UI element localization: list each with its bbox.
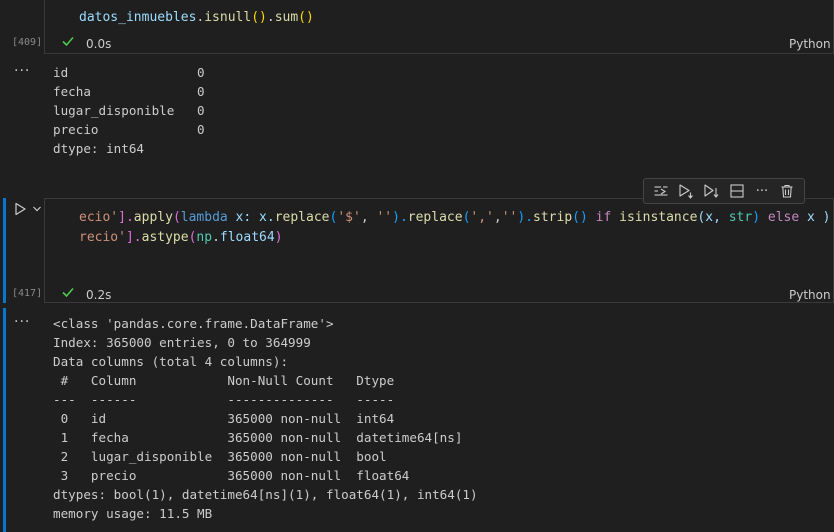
code-token: replace	[274, 210, 330, 225]
code-token: ()	[251, 10, 267, 25]
code-token: ,	[360, 210, 377, 225]
code-token: np	[196, 230, 213, 245]
code-token: x )	[799, 210, 831, 225]
execution-time: 0.0s	[86, 37, 112, 51]
code-token: )	[752, 210, 768, 225]
execute-above-icon[interactable]	[651, 181, 671, 201]
code-token: x: x.	[227, 210, 275, 225]
code-token: astype	[141, 230, 189, 245]
code-token: '$'	[337, 210, 361, 225]
cell-selection-indicator	[3, 198, 6, 303]
code-token: sum	[274, 10, 299, 25]
output-more-icon[interactable]: ···	[14, 63, 30, 79]
code-token: ','	[470, 210, 494, 225]
execution-count: [417]	[12, 288, 43, 299]
code-token: ()	[572, 210, 596, 225]
code-token: ecio'	[79, 210, 119, 225]
code-token: recio'	[79, 230, 126, 245]
code-token: else	[767, 210, 800, 225]
delete-cell-icon[interactable]	[777, 181, 797, 201]
code-token: )	[274, 230, 283, 245]
output-selection-indicator	[3, 308, 6, 532]
cell-toolbar: ···	[643, 178, 805, 204]
code-token: .	[212, 230, 220, 245]
code-token: ].	[125, 230, 142, 245]
code-token: ).	[392, 210, 408, 225]
code-token: float64	[219, 230, 275, 245]
success-check-icon	[61, 34, 75, 52]
execute-cell-and-below-icon[interactable]	[676, 181, 696, 201]
execution-time: 0.2s	[86, 288, 112, 302]
code-cell-1-editor[interactable]	[44, 0, 834, 54]
code-token: if	[595, 210, 612, 225]
code-token: lambda	[180, 210, 228, 225]
cell-2-output: <class 'pandas.core.frame.DataFrame'> In…	[53, 316, 478, 521]
code-token: (x,	[697, 210, 729, 225]
output-more-icon[interactable]: ···	[14, 314, 30, 330]
split-cell-icon[interactable]	[727, 181, 747, 201]
code-token: str	[728, 210, 753, 225]
code-token: replace	[407, 210, 463, 225]
code-cell-1-source[interactable]: datos_inmuebles.isnull().sum()	[79, 10, 314, 25]
cell-language-label[interactable]: Python	[789, 288, 831, 302]
code-token: ,	[493, 210, 502, 225]
code-token: ].	[118, 210, 134, 225]
execute-below-icon[interactable]	[701, 181, 721, 201]
run-cell-icon[interactable]	[12, 201, 28, 217]
code-token: (	[172, 210, 181, 225]
code-token: apply	[133, 210, 173, 225]
success-check-icon	[61, 285, 75, 303]
code-token: isnull	[204, 10, 252, 25]
notebook-editor: datos_inmuebles.isnull().sum() [409] 0.0…	[0, 0, 834, 532]
code-token: .	[266, 10, 275, 25]
code-cell-2-line-1[interactable]: ecio'].apply(lambda x: x.replace('$', ''…	[79, 210, 831, 225]
cell-1-output: id 0 fecha 0 lugar_disponible 0 precio 0…	[53, 65, 205, 156]
code-token: ''	[376, 210, 393, 225]
code-token: datos_inmuebles	[79, 10, 197, 25]
code-token: ).	[517, 210, 534, 225]
more-actions-icon[interactable]: ···	[752, 181, 772, 201]
cell-language-label[interactable]: Python	[789, 37, 831, 51]
code-token: strip	[533, 210, 573, 225]
code-token: ''	[501, 210, 518, 225]
code-token: isinstance	[619, 210, 698, 225]
code-cell-2-line-2[interactable]: recio'].astype(np.float64)	[79, 230, 283, 245]
execution-count: [409]	[12, 37, 43, 48]
code-token: ()	[298, 10, 314, 25]
chevron-down-icon[interactable]	[31, 201, 43, 217]
